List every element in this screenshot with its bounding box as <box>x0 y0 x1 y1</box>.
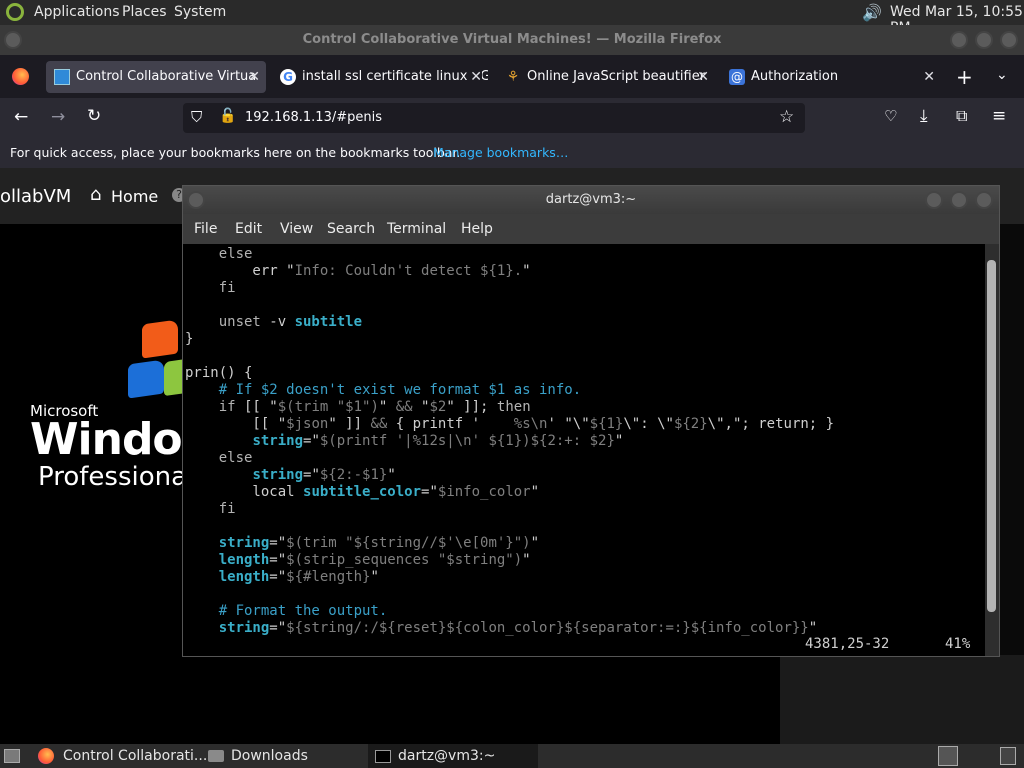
url-bar[interactable]: ⛉ 🔓 192.168.1.13/#penis ☆ <box>183 103 805 133</box>
menu-file[interactable]: File <box>194 221 217 237</box>
applications-menu[interactable]: Applications <box>34 4 120 20</box>
insecure-lock-icon[interactable]: 🔓 <box>219 108 236 124</box>
downloads-icon[interactable]: ⤓ <box>920 106 928 126</box>
hamburger-menu-icon[interactable]: ≡ <box>992 106 1006 126</box>
reload-icon[interactable]: ↻ <box>87 106 101 126</box>
terminal-icon <box>375 750 391 763</box>
terminal-title: dartz@vm3:~ <box>545 192 637 207</box>
page-background-strip <box>780 655 1024 744</box>
xp-edition-label: Professional <box>38 462 195 492</box>
tab-bar: Control Collaborative Virtua ✕ G install… <box>0 55 1024 98</box>
close-tab-icon[interactable]: ✕ <box>923 61 935 93</box>
show-desktop-icon[interactable] <box>4 749 20 763</box>
shield-icon[interactable]: ⛉ <box>191 108 202 126</box>
terminal-code: else err "Info: Couldn't detect ${1}." f… <box>185 246 835 636</box>
terminal-titlebar[interactable]: dartz@vm3:~ <box>183 186 999 214</box>
window-menu-icon[interactable] <box>187 191 205 209</box>
system-menu[interactable]: System <box>174 4 226 20</box>
tab-js-beautifier[interactable]: ⚘ Online JavaScript beautifier ✕ <box>497 61 715 93</box>
tab-authorization[interactable]: @ Authorization ✕ <box>721 61 941 93</box>
trash-icon[interactable] <box>1000 747 1016 765</box>
close-window-button[interactable] <box>975 191 993 209</box>
scroll-percent: 41% <box>945 636 971 652</box>
bookmarks-message: For quick access, place your bookmarks h… <box>10 145 461 160</box>
close-tab-icon[interactable]: ✕ <box>248 61 260 93</box>
tab-collabvm[interactable]: Control Collaborative Virtua ✕ <box>46 61 266 93</box>
window-menu-icon[interactable] <box>4 31 22 49</box>
terminal-screen[interactable]: else err "Info: Couldn't detect ${1}." f… <box>183 244 985 656</box>
taskbar-item-terminal[interactable]: dartz@vm3:~ <box>368 744 538 768</box>
vim-status-line: 4381,25-32 41% <box>183 636 985 653</box>
pocket-icon[interactable]: ♡ <box>884 107 897 125</box>
google-icon: G <box>280 69 296 85</box>
maximize-button[interactable] <box>950 191 968 209</box>
close-tab-icon[interactable]: ✕ <box>468 61 482 93</box>
menu-search[interactable]: Search <box>327 221 375 237</box>
windows-flag-logo <box>120 319 194 422</box>
home-icon[interactable]: ⌂ <box>90 184 101 205</box>
list-tabs-icon[interactable]: ⌄ <box>996 67 1008 83</box>
taskbar-item-downloads[interactable]: Downloads <box>202 744 362 768</box>
taskbar-item-firefox[interactable]: Control Collaborati... <box>30 744 207 768</box>
menu-edit[interactable]: Edit <box>235 221 262 237</box>
firefox-menu-icon[interactable] <box>12 68 29 85</box>
at-icon: @ <box>729 69 745 85</box>
home-link[interactable]: Home <box>111 187 158 206</box>
manage-bookmarks-link[interactable]: Manage bookmarks… <box>433 138 568 168</box>
volume-icon[interactable]: 🔊 <box>862 3 882 22</box>
extensions-icon[interactable]: ⧉ <box>956 106 967 126</box>
site-brand[interactable]: ollabVM <box>0 186 71 207</box>
monitor-icon <box>54 69 70 85</box>
distro-logo-icon[interactable] <box>6 3 24 21</box>
close-tab-icon[interactable]: ✕ <box>697 61 709 93</box>
menu-view[interactable]: View <box>280 221 313 237</box>
firefox-titlebar: Control Collaborative Virtual Machines! … <box>0 25 1024 55</box>
window-title: Control Collaborative Virtual Machines! … <box>302 32 722 47</box>
workspace-switcher[interactable] <box>938 746 958 766</box>
maximize-button[interactable] <box>975 31 993 49</box>
back-icon[interactable]: ← <box>14 107 28 127</box>
terminal-window[interactable]: dartz@vm3:~ File Edit View Search Termin… <box>182 185 1000 657</box>
bookmarks-toolbar: For quick access, place your bookmarks h… <box>0 138 1024 168</box>
menu-help[interactable]: Help <box>461 221 493 237</box>
bottom-taskbar: Control Collaborati... Downloads dartz@v… <box>0 744 1024 768</box>
top-panel: Applications Places System 🔊 Wed Mar 15,… <box>0 0 1024 36</box>
new-tab-icon[interactable]: + <box>956 65 973 89</box>
minimize-button[interactable] <box>925 191 943 209</box>
bookmark-star-icon[interactable]: ☆ <box>779 107 794 127</box>
menu-terminal[interactable]: Terminal <box>387 221 446 237</box>
scrollbar-thumb[interactable] <box>987 260 996 612</box>
firefox-icon <box>38 748 54 764</box>
places-menu[interactable]: Places <box>122 4 167 20</box>
folder-icon <box>208 750 224 762</box>
forward-icon[interactable]: → <box>51 107 65 127</box>
cursor-position: 4381,25-32 <box>805 636 890 652</box>
tab-ssl-search[interactable]: G install ssl certificate linux - G ✕ <box>272 61 488 93</box>
url-text[interactable]: 192.168.1.13/#penis <box>245 110 382 125</box>
terminal-menubar: File Edit View Search Terminal Help <box>183 214 999 244</box>
beautifier-icon: ⚘ <box>506 69 520 85</box>
minimize-button[interactable] <box>950 31 968 49</box>
close-window-button[interactable] <box>1000 31 1018 49</box>
